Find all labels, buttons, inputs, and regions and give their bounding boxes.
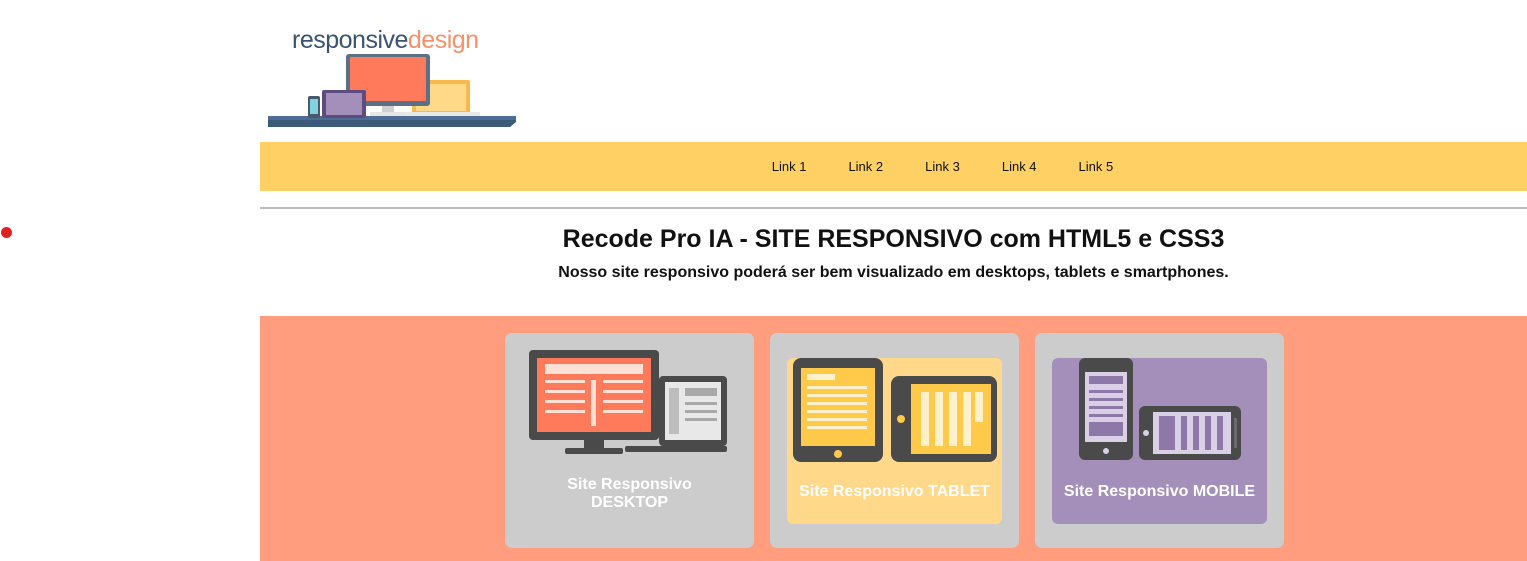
page: responsivedesign Link 1 Link 2 Link 3 Li… — [0, 0, 1527, 561]
logo-wordmark: responsivedesign — [292, 26, 479, 55]
card-tablet[interactable]: Site Responsivo TABLET — [770, 333, 1019, 548]
card-desktop[interactable]: Site Responsivo DESKTOP — [505, 333, 754, 548]
main-nav: Link 1 Link 2 Link 3 Link 4 Link 5 — [260, 142, 1527, 191]
nav-link-5[interactable]: Link 5 — [1058, 159, 1135, 174]
tablet-icon — [793, 358, 997, 462]
card-tablet-label: Site Responsivo TABLET — [799, 483, 990, 500]
nav-link-3[interactable]: Link 3 — [904, 159, 981, 174]
page-title: Recode Pro IA - SITE RESPONSIVO com HTML… — [562, 225, 1225, 253]
nav-link-1[interactable]: Link 1 — [751, 159, 828, 174]
site-content: responsivedesign Link 1 Link 2 Link 3 Li… — [260, 0, 1527, 561]
card-desktop-label: Site Responsivo DESKTOP — [567, 476, 692, 511]
cards-section: Site Responsivo DESKTOP Site Responsivo … — [260, 316, 1527, 561]
card-mobile[interactable]: Site Responsivo MOBILE — [1035, 333, 1284, 548]
mobile-icon — [1079, 358, 1241, 460]
page-subtitle: Nosso site responsivo poderá ser bem vis… — [558, 264, 1229, 281]
cursor-dot — [1, 227, 12, 238]
card-mobile-label: Site Responsivo MOBILE — [1063, 483, 1256, 500]
devices-illustration-icon — [268, 54, 516, 127]
horizontal-divider — [260, 207, 1527, 209]
logo-word-responsive: responsive — [292, 26, 408, 54]
site-logo[interactable]: responsivedesign — [266, 24, 520, 130]
logo-word-design: design — [407, 26, 479, 54]
nav-link-4[interactable]: Link 4 — [981, 159, 1058, 174]
nav-link-2[interactable]: Link 2 — [827, 159, 904, 174]
desktop-icon — [529, 350, 727, 454]
